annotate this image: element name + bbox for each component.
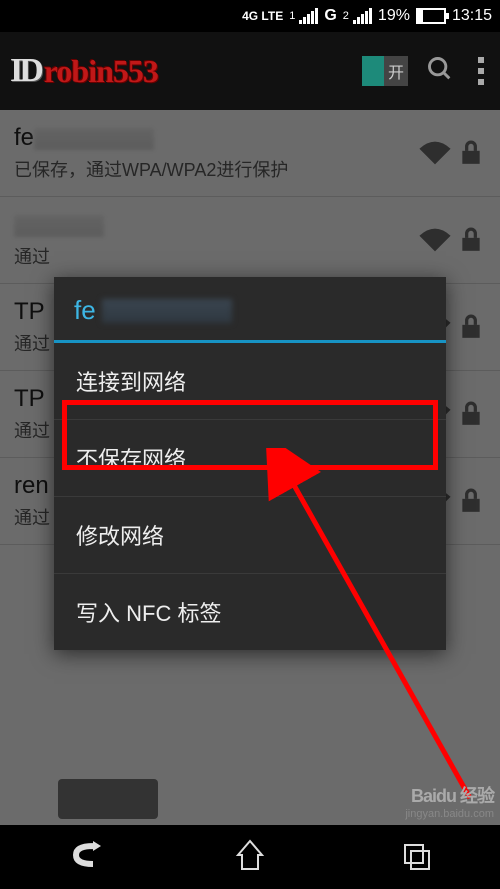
recent-apps-icon — [397, 835, 437, 875]
redacted-text — [34, 128, 154, 150]
dialog-item-nfc[interactable]: 写入 NFC 标签 — [54, 574, 446, 650]
redacted-text — [14, 215, 104, 237]
back-icon — [63, 835, 103, 875]
dialog-item-modify[interactable]: 修改网络 — [54, 497, 446, 574]
wifi-toggle[interactable]: 开 — [362, 56, 408, 86]
overflow-menu-button[interactable] — [472, 51, 490, 91]
search-button[interactable] — [426, 55, 454, 88]
search-icon — [426, 55, 454, 83]
home-button[interactable] — [230, 835, 270, 880]
battery-icon — [416, 8, 446, 24]
clock: 13:15 — [452, 7, 492, 25]
redacted-text — [102, 299, 232, 323]
network-type: 4G LTE — [242, 9, 283, 23]
toggle-label: 开 — [384, 59, 408, 83]
wifi-item[interactable]: 通过 — [0, 197, 500, 284]
signal-2-icon — [353, 8, 372, 24]
battery-percent: 19% — [378, 7, 410, 25]
navigation-bar — [0, 825, 500, 889]
wifi-item[interactable]: fe 已保存，通过WPA/WPA2进行保护 — [0, 110, 500, 197]
status-bar: 4G LTE 1 G 2 19% 13:15 — [0, 0, 500, 32]
wifi-subtitle: 已保存，通过WPA/WPA2进行保护 — [14, 156, 486, 182]
lock-icon — [454, 140, 488, 166]
dialog-title: fe — [54, 277, 446, 340]
wifi-signal-icon — [418, 227, 488, 253]
dialog-item-forget[interactable]: 不保存网络 — [54, 420, 446, 497]
back-button[interactable] — [63, 835, 103, 880]
home-icon — [230, 835, 270, 875]
toggle-knob — [362, 56, 384, 86]
dot-icon — [478, 57, 484, 63]
watermark: Baidu 经验 jingyan.baidu.com — [405, 786, 494, 821]
recent-apps-button[interactable] — [397, 835, 437, 880]
watermark-block — [58, 779, 158, 819]
app-logo: ID robin553 — [10, 52, 158, 90]
signal-1-icon — [299, 8, 318, 24]
lock-icon — [454, 488, 488, 514]
app-header: ID robin553 开 — [0, 32, 500, 110]
network-context-dialog: fe 连接到网络 不保存网络 修改网络 写入 NFC 标签 — [54, 277, 446, 650]
dialog-item-connect[interactable]: 连接到网络 — [54, 343, 446, 420]
lock-icon — [454, 401, 488, 427]
lock-icon — [454, 227, 488, 253]
wifi-signal-icon — [418, 140, 488, 166]
carrier-icon: G — [324, 7, 336, 25]
lock-icon — [454, 314, 488, 340]
